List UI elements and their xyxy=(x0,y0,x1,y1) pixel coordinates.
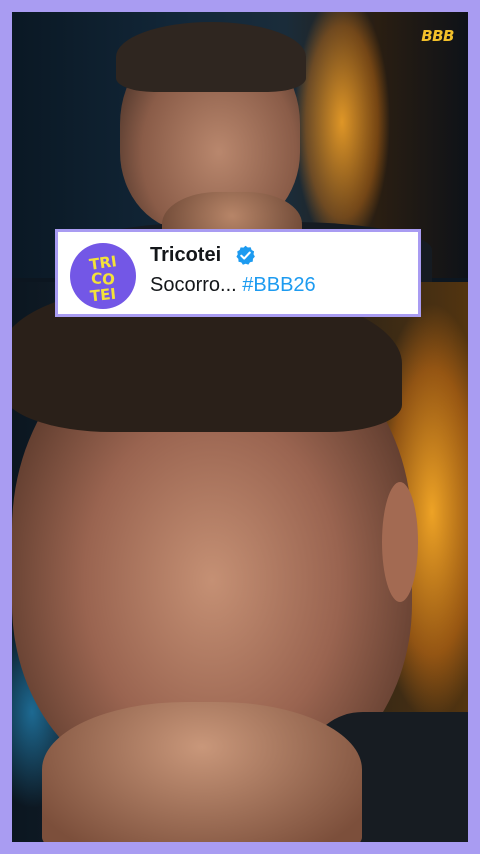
tricotei-logo-icon: TRI CO TEI xyxy=(88,252,118,306)
tweet-text: Socorro... #BBB26 xyxy=(150,274,316,297)
tweet-card[interactable]: TRI CO TEI Tricotei Socorro... #BBB26 xyxy=(55,229,421,317)
tricotei-logo-avatar[interactable]: TRI CO TEI xyxy=(70,243,136,309)
tweet-display-name[interactable]: Tricotei xyxy=(150,244,221,267)
verified-badge-icon xyxy=(236,245,255,265)
hashtag-link[interactable]: #BBB26 xyxy=(242,274,315,296)
bbb-watermark-logo: BBB xyxy=(421,27,454,45)
tweet-text-body: Socorro... xyxy=(150,274,237,296)
avatar-logo-line-3: TEI xyxy=(89,285,117,306)
photo-man-thinking-closeup xyxy=(12,282,468,842)
video-frame xyxy=(12,12,468,842)
